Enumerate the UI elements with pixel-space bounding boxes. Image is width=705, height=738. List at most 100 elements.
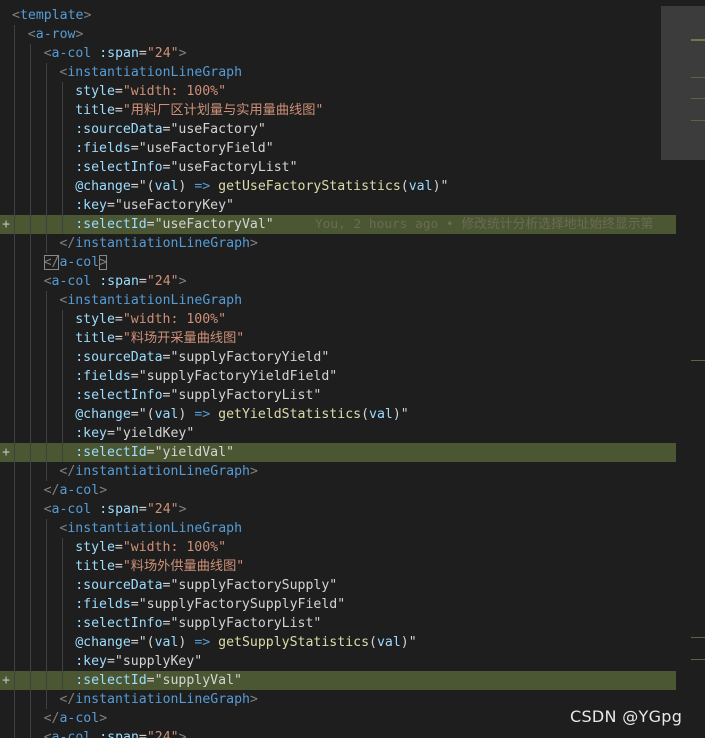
code-token: > <box>99 711 108 726</box>
code-token: "useFactoryVal" <box>154 217 274 232</box>
code-line[interactable]: :key="supplyKey" <box>0 652 676 671</box>
code-token: = <box>106 426 115 441</box>
code-token: "supplyVal" <box>154 673 242 688</box>
code-line[interactable]: <instantiationLineGraph <box>0 519 676 538</box>
indent-guide <box>14 139 15 158</box>
code-line[interactable]: :selectInfo="supplyFactoryList" <box>0 386 676 405</box>
code-text: <a-col :span="24"> <box>44 272 187 291</box>
code-token: </ <box>59 692 76 707</box>
indent-guide <box>14 728 15 738</box>
code-line[interactable]: +:selectId="yieldVal" <box>0 443 676 462</box>
indent-guide <box>14 690 15 709</box>
code-line[interactable]: :sourceData="supplyFactorySupply" <box>0 576 676 595</box>
indent-guide <box>62 652 63 671</box>
indent-guide <box>62 82 63 101</box>
code-line[interactable]: </instantiationLineGraph> <box>0 462 676 481</box>
code-token: :fields <box>75 141 131 156</box>
indent-guide <box>46 367 47 386</box>
code-line[interactable]: style="width: 100%" <box>0 310 676 329</box>
code-line[interactable]: <a-col :span="24"> <box>0 500 676 519</box>
indent-guide <box>62 177 63 196</box>
code-token: ) <box>178 407 195 422</box>
code-text: :sourceData="useFactory" <box>75 120 266 139</box>
code-token: < <box>43 274 52 289</box>
code-token: ( <box>400 179 409 194</box>
indent-guide <box>62 595 63 614</box>
code-token: val <box>154 407 179 422</box>
code-line[interactable]: :fields="supplyFactorySupplyField" <box>0 595 676 614</box>
code-token: style <box>75 84 115 99</box>
indent-guide <box>62 405 63 424</box>
code-text: :selectId="useFactoryVal" <box>75 215 274 234</box>
code-text: title="料场外供量曲线图" <box>75 557 244 576</box>
indent-guide <box>14 443 15 462</box>
code-token: title <box>75 559 115 574</box>
code-line[interactable]: </a-col> <box>0 481 676 500</box>
code-line[interactable]: @change="(val) => getUseFactoryStatistic… <box>0 177 676 196</box>
indent-guide <box>62 120 63 139</box>
code-line[interactable]: +:selectId="supplyVal" <box>0 671 676 690</box>
indent-guide <box>14 386 15 405</box>
code-line[interactable]: <a-col :span="24"> <box>0 728 676 738</box>
code-line[interactable]: :selectInfo="supplyFactoryList" <box>0 614 676 633</box>
code-line[interactable]: :key="useFactoryKey" <box>0 196 676 215</box>
indent-guide <box>62 424 63 443</box>
indent-guide <box>14 614 15 633</box>
code-line[interactable]: <a-col :span="24"> <box>0 272 676 291</box>
code-token: getYieldStatistics <box>218 407 362 422</box>
code-line[interactable]: @change="(val) => getYieldStatistics(val… <box>0 405 676 424</box>
indent-guide <box>46 462 47 481</box>
indent-guide <box>62 633 63 652</box>
code-line[interactable]: <instantiationLineGraph <box>0 63 676 82</box>
indent-guide <box>14 291 15 310</box>
scrollbar-thumb[interactable] <box>661 6 705 160</box>
code-token: </ <box>43 711 60 726</box>
code-token: => <box>194 407 211 422</box>
code-line[interactable]: <template> <box>0 6 676 25</box>
code-line[interactable]: </a-col> <box>0 253 676 272</box>
code-line[interactable]: <a-col :span="24"> <box>0 44 676 63</box>
code-line[interactable]: :sourceData="supplyFactoryYield" <box>0 348 676 367</box>
indent-guide <box>30 215 31 234</box>
code-text: <a-row> <box>28 25 84 44</box>
code-line[interactable]: <instantiationLineGraph <box>0 291 676 310</box>
code-line[interactable]: :key="yieldKey" <box>0 424 676 443</box>
indent-guide <box>30 690 31 709</box>
code-token: "supplyFactorySupplyField" <box>138 597 346 612</box>
code-token: = <box>130 369 139 384</box>
indent-guide <box>46 595 47 614</box>
code-line[interactable]: title="用料厂区计划量与实用量曲线图" <box>0 101 676 120</box>
code-line[interactable]: </instantiationLineGraph> <box>0 234 676 253</box>
indent-guide <box>46 557 47 576</box>
code-line[interactable]: title="料场开采量曲线图" <box>0 329 676 348</box>
code-token: title <box>75 103 115 118</box>
code-text: @change="(val) => getYieldStatistics(val… <box>75 405 409 424</box>
indent-guide <box>46 652 47 671</box>
code-line[interactable]: :selectInfo="useFactoryList" <box>0 158 676 177</box>
indent-guide <box>46 386 47 405</box>
code-token: :key <box>75 654 107 669</box>
indent-guide <box>30 196 31 215</box>
code-line[interactable]: title="料场外供量曲线图" <box>0 557 676 576</box>
code-text: <a-col :span="24"> <box>44 500 187 519</box>
code-token: </ <box>43 483 60 498</box>
code-line[interactable]: @change="(val) => getSupplyStatistics(va… <box>0 633 676 652</box>
code-text: @change="(val) => getSupplyStatistics(va… <box>75 633 417 652</box>
code-token: ="( <box>130 407 155 422</box>
code-editor[interactable]: <template> <a-row> <a-col :span="24"> <inst… <box>0 0 705 738</box>
code-line[interactable]: :fields="useFactoryField" <box>0 139 676 158</box>
code-token: a-col <box>51 730 92 738</box>
code-text: :selectInfo="useFactoryList" <box>75 158 297 177</box>
code-line[interactable]: :sourceData="useFactory" <box>0 120 676 139</box>
code-line[interactable]: style="width: 100%" <box>0 82 676 101</box>
indent-guide <box>46 576 47 595</box>
code-line[interactable]: style="width: 100%" <box>0 538 676 557</box>
code-text: </a-col> <box>44 709 108 728</box>
code-token: = <box>138 502 147 517</box>
indent-guide <box>30 367 31 386</box>
code-line[interactable]: :fields="supplyFactoryYieldField" <box>0 367 676 386</box>
code-line[interactable]: <a-row> <box>0 25 676 44</box>
code-token: getUseFactoryStatistics <box>218 179 401 194</box>
indent-guide <box>30 272 31 291</box>
